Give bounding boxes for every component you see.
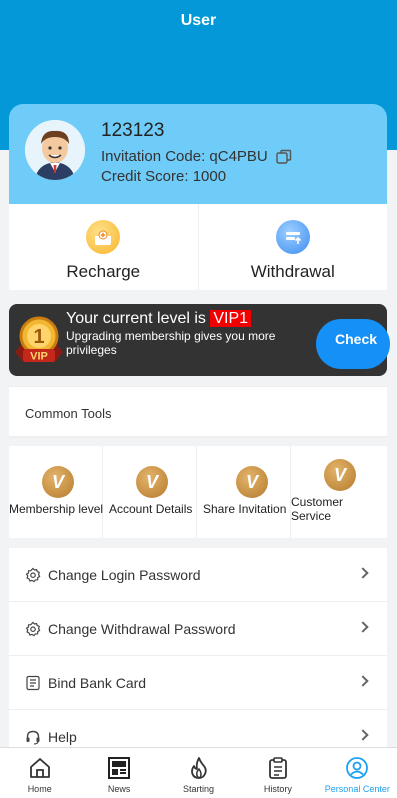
tool-label: Membership level (9, 502, 104, 516)
withdrawal-icon (275, 220, 310, 254)
tool-label: Customer Service (291, 495, 344, 523)
tool-customer-service[interactable]: V Customer Service (291, 446, 385, 538)
common-tools-title: Common Tools (25, 406, 112, 421)
page-title: User (180, 12, 217, 29)
vip-level-text: Your current level is VIP1 (66, 310, 252, 328)
change-withdrawal-password-row[interactable]: Change Withdrawal Password (9, 602, 387, 656)
tab-starting[interactable]: Starting (159, 748, 238, 798)
settings-label: Bind Bank Card (48, 675, 147, 691)
withdrawal-button[interactable]: Withdrawal (197, 204, 388, 290)
tab-label: History (263, 784, 292, 794)
tool-membership-level[interactable]: V Membership level (9, 446, 103, 538)
tab-personal-center[interactable]: Personal Center (318, 748, 397, 798)
change-login-password-row[interactable]: Change Login Password (9, 548, 387, 602)
profile-card: 123123 Invitation Code: qC4PBU Credit Sc… (9, 104, 387, 204)
withdrawal-label: Withdrawal (250, 262, 335, 281)
bottom-tab-bar: Home News Starting History Personal Cent… (0, 747, 397, 798)
money-actions: Recharge Withdrawal (9, 204, 387, 290)
chevron-right-icon (357, 729, 369, 741)
svg-text:1: 1 (33, 326, 44, 348)
chevron-right-icon (357, 567, 369, 579)
svg-text:VIP: VIP (30, 351, 48, 363)
vip-upgrade-message: Upgrading membership gives you more priv… (66, 329, 276, 357)
avatar[interactable] (25, 120, 85, 180)
common-tools-grid: V Membership level V Account Details V S… (9, 446, 387, 538)
tool-account-details[interactable]: V Account Details (103, 446, 197, 538)
settings-label: Change Login Password (48, 567, 201, 583)
v-coin-icon: V (236, 466, 268, 498)
check-button[interactable]: Check (316, 319, 390, 369)
chevron-right-icon (357, 675, 369, 687)
tab-label: News (107, 784, 131, 794)
username: 123123 (101, 120, 165, 141)
chevron-right-icon (357, 621, 369, 633)
tab-label: Starting (183, 784, 215, 794)
tool-share-invitation[interactable]: V Share Invitation (197, 446, 291, 538)
vip-level-prefix: Your current level is (66, 310, 211, 327)
credit-score: Credit Score: 1000 (101, 168, 227, 185)
recharge-button[interactable]: Recharge (9, 204, 198, 290)
settings-label: Change Withdrawal Password (48, 621, 236, 637)
tab-label: Home (27, 784, 52, 794)
v-coin-icon: V (136, 466, 168, 498)
gear-icon (25, 621, 41, 637)
tab-label: Personal Center (324, 784, 390, 794)
common-tools-header: Common Tools (9, 386, 387, 438)
recharge-label: Recharge (66, 262, 141, 281)
tab-home[interactable]: Home (0, 748, 79, 798)
recharge-icon (86, 220, 121, 254)
copy-icon[interactable] (276, 149, 292, 165)
card-list-icon (25, 675, 41, 691)
v-coin-icon: V (324, 459, 356, 491)
tool-label: Account Details (109, 502, 193, 516)
gear-icon (25, 567, 41, 583)
settings-list: Change Login Password Change Withdrawal … (9, 548, 387, 764)
invitation-code: Invitation Code: qC4PBU (101, 148, 292, 165)
settings-label: Help (48, 729, 77, 745)
tool-label: Share Invitation (203, 502, 287, 516)
vip-medal-icon: 1 VIP (11, 312, 67, 368)
headset-icon (25, 729, 41, 745)
v-coin-icon: V (42, 466, 74, 498)
invitation-code-text: Invitation Code: qC4PBU (101, 148, 268, 165)
tab-history[interactable]: History (238, 748, 317, 798)
tab-news[interactable]: News (79, 748, 158, 798)
vip-level-badge: VIP1 (210, 310, 252, 327)
bind-bank-card-row[interactable]: Bind Bank Card (9, 656, 387, 710)
vip-banner: 1 VIP Your current level is VIP1 Upgradi… (9, 304, 390, 376)
